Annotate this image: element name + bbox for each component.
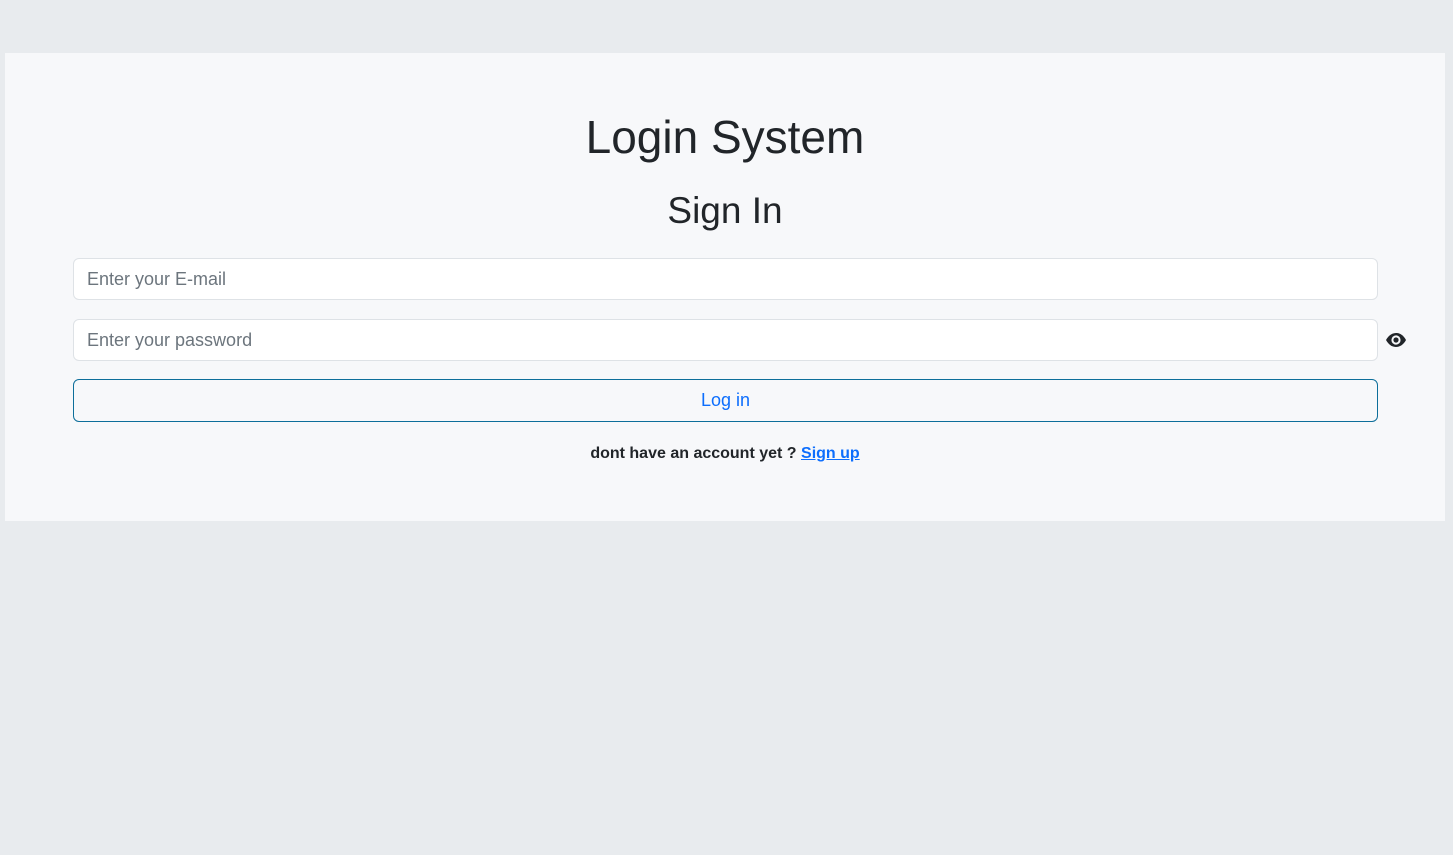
page-title: Login System: [585, 111, 865, 163]
form-title: Sign In: [667, 190, 783, 231]
signup-prompt: dont have an account yet ?: [590, 445, 802, 462]
email-field[interactable]: [73, 258, 1378, 300]
login-button[interactable]: Log in: [73, 379, 1378, 422]
login-panel: Login System Sign In Log in dont have an…: [5, 53, 1445, 521]
eye-icon[interactable]: [1385, 330, 1407, 350]
signup-link[interactable]: Sign up: [801, 445, 860, 462]
password-field[interactable]: [73, 319, 1378, 361]
signup-row: dont have an account yet ? Sign up: [5, 443, 1445, 465]
